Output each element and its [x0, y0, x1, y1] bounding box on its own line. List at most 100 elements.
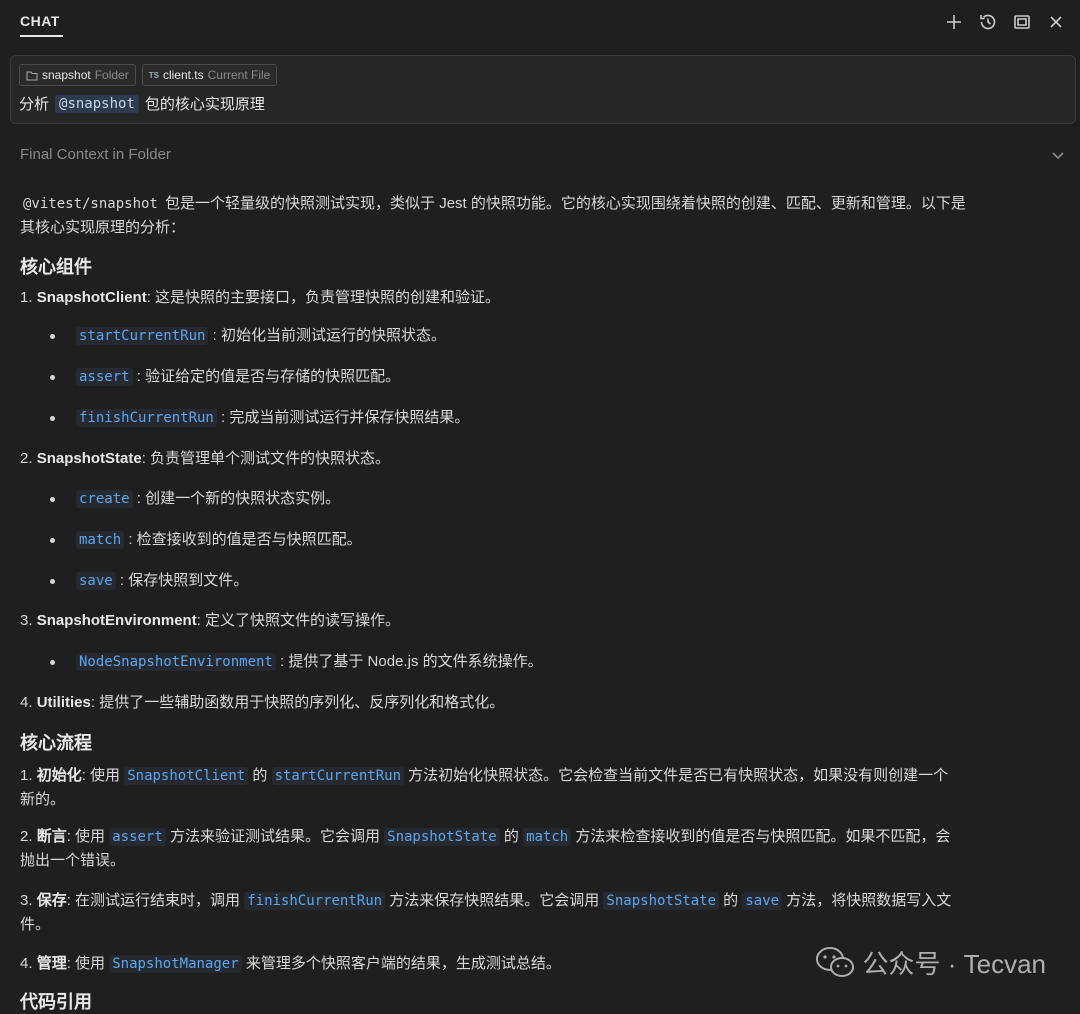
inline-code: SnapshotState [603, 892, 719, 910]
item-number: 3. [20, 612, 33, 629]
inline-code: NodeSnapshotEnvironment [76, 653, 276, 671]
flow-title: 管理 [36, 955, 67, 972]
flow-text: : 使用 [81, 767, 125, 784]
chat-input-box[interactable]: snapshot Folder TS client.ts Current Fil… [10, 55, 1076, 124]
bullet-dot [50, 497, 55, 502]
maximize-button[interactable] [1010, 10, 1034, 34]
flow-text: 方法来检查接收到的值是否与快照匹配。如果不匹配，会 [571, 828, 951, 845]
bullet-desc: : 保存快照到文件。 [115, 572, 249, 589]
flow-text: 方法来验证测试结果。它会调用 [165, 828, 385, 845]
component-name: SnapshotState [36, 450, 142, 467]
prompt-before: 分析 [19, 96, 50, 113]
header-actions [942, 10, 1068, 34]
section-heading: 核心组件 [20, 257, 92, 277]
inline-code: create [76, 490, 133, 508]
flow-text: 方法来保存快照结果。它会调用 [385, 892, 604, 909]
flow-text: 方法初始化快照状态。它会检查当前文件是否已有快照状态，如果没有则创建一个 [404, 767, 949, 784]
flow-item: 2. 断言: 使用 assert 方法来验证测试结果。它会调用 Snapshot… [20, 825, 950, 849]
flow-line2: 新的。 [20, 791, 66, 808]
close-button[interactable] [1044, 10, 1068, 34]
bullet-dot [50, 579, 55, 584]
bullet-dot [50, 334, 55, 339]
component-desc: : 定义了快照文件的读写操作。 [196, 612, 401, 629]
component-item: 2. SnapshotState: 负责管理单个测试文件的快照状态。 [20, 447, 390, 471]
flow-item: 4. 管理: 使用 SnapshotManager 来管理多个快照客户端的结果，… [20, 952, 561, 976]
chevron-down-icon [1051, 148, 1065, 166]
watermark-text: 公众号 · Tecvan [862, 949, 1047, 979]
item-number: 1. [20, 289, 33, 306]
bullet-desc: : 完成当前测试运行并保存快照结果。 [216, 409, 470, 426]
intro-line1: 包是一个轻量级的快照测试实现，类似于 Jest 的快照功能。它的核心实现围绕着快… [160, 195, 966, 212]
prompt-after: 包的核心实现原理 [144, 96, 265, 113]
component-name: SnapshotClient [36, 289, 147, 306]
flow-line2: 件。 [20, 916, 51, 933]
component-item: 4. Utilities: 提供了一些辅助函数用于快照的序列化、反序列化和格式化… [20, 691, 504, 715]
inline-code: SnapshotManager [109, 955, 242, 973]
chat-header: CHAT [0, 0, 1080, 50]
flow-text: : 在测试运行结束时，调用 [66, 892, 245, 909]
folder-icon [26, 71, 38, 80]
chat-tab[interactable]: CHAT [20, 13, 60, 29]
new-chat-button[interactable] [942, 10, 966, 34]
inline-code: startCurrentRun [271, 767, 405, 785]
chip-name: snapshot [42, 68, 91, 82]
watermark: 公众号 · Tecvan [815, 944, 1047, 981]
component-desc: : 这是快照的主要接口，负责管理快照的创建和验证。 [146, 289, 501, 306]
flow-text: : 使用 [66, 955, 110, 972]
inline-code: @vitest/snapshot [23, 196, 158, 212]
bullet-dot [50, 416, 55, 421]
component-item: 3. SnapshotEnvironment: 定义了快照文件的读写操作。 [20, 609, 400, 633]
bullet-desc: : 检查接收到的值是否与快照匹配。 [124, 531, 362, 548]
context-label: Final Context in Folder [20, 146, 171, 163]
bullet-desc: : 验证给定的值是否与存储的快照匹配。 [132, 368, 401, 385]
intro-paragraph: @vitest/snapshot 包是一个轻量级的快照测试实现，类似于 Jest… [20, 192, 966, 216]
inline-code: SnapshotClient [124, 767, 249, 785]
flow-text: 方法，将快照数据写入文 [782, 892, 952, 909]
bullet-desc: : 创建一个新的快照状态实例。 [132, 490, 341, 507]
item-number: 2. [20, 450, 33, 467]
section-heading: 核心流程 [20, 733, 92, 753]
flow-text: 来管理多个快照客户端的结果，生成测试总结。 [241, 955, 561, 972]
flow-title: 断言 [36, 828, 67, 845]
flow-item: 3. 保存: 在测试运行结束时，调用 finishCurrentRun 方法来保… [20, 889, 951, 913]
inline-code: startCurrentRun [76, 327, 209, 345]
final-context-toggle[interactable]: Final Context in Folder [20, 146, 1065, 168]
inline-code: save [76, 572, 116, 590]
ts-file-icon: TS [148, 70, 159, 80]
inline-code: SnapshotState [384, 828, 500, 846]
component-item: 1. SnapshotClient: 这是快照的主要接口，负责管理快照的创建和验… [20, 286, 500, 310]
flow-title: 保存 [36, 892, 67, 909]
inline-code: match [76, 531, 125, 549]
component-name: Utilities [36, 694, 91, 711]
item-number: 1. [20, 767, 33, 784]
flow-item: 1. 初始化: 使用 SnapshotClient 的 startCurrent… [20, 764, 948, 788]
history-button[interactable] [976, 10, 1000, 34]
flow-text: 的 [719, 892, 743, 909]
context-chips: snapshot Folder TS client.ts Current Fil… [19, 64, 278, 86]
chip-name: client.ts [162, 68, 204, 82]
item-number: 2. [20, 828, 33, 845]
bullet-desc: : 提供了基于 Node.js 的文件系统操作。 [275, 653, 543, 670]
maximize-icon [1014, 15, 1030, 29]
flow-title: 初始化 [36, 767, 82, 784]
item-number: 4. [20, 955, 33, 972]
section-heading: 代码引用 [20, 992, 92, 1012]
context-chip-client-ts[interactable]: TS client.ts Current File [141, 64, 278, 86]
context-chip-snapshot[interactable]: snapshot Folder [19, 64, 136, 86]
close-icon [1050, 16, 1062, 28]
history-icon [980, 14, 996, 30]
chat-tab-underline [20, 35, 63, 37]
inline-code: finishCurrentRun [76, 409, 217, 427]
plus-icon [947, 15, 961, 29]
inline-code: assert [109, 828, 166, 846]
item-number: 4. [20, 694, 33, 711]
flow-text: 的 [248, 767, 272, 784]
item-number: 3. [20, 892, 33, 909]
chip-kind: Folder [94, 68, 129, 82]
bullet-dot [50, 660, 55, 665]
prompt-mention[interactable]: @snapshot [55, 94, 139, 113]
prompt-text[interactable]: 分析 @snapshot 包的核心实现原理 [19, 93, 265, 114]
flow-line2: 抛出一个错误。 [20, 852, 126, 869]
bullet-dot [50, 538, 55, 543]
flow-text: 的 [499, 828, 524, 845]
